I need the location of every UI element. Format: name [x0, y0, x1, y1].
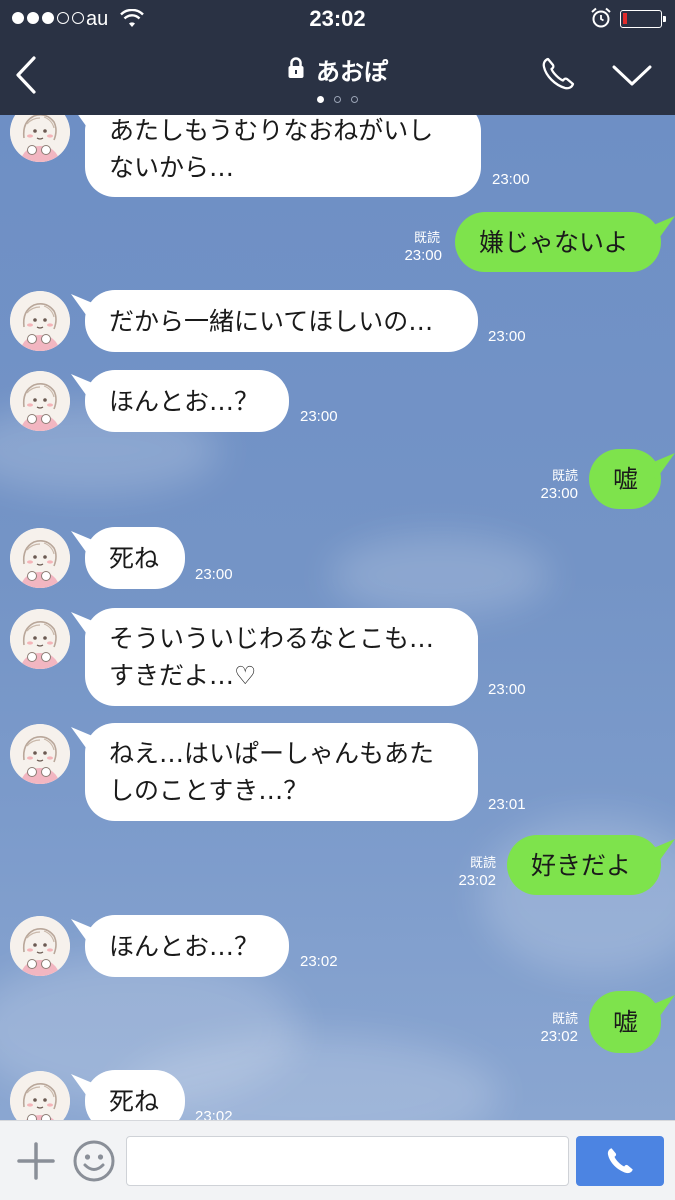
- page-title: あおぽ: [316, 58, 389, 86]
- message-bubble[interactable]: 嘘: [589, 449, 661, 509]
- message-timestamp: 23:02: [195, 1108, 233, 1120]
- voice-call-button[interactable]: [576, 1136, 664, 1186]
- message-bubble[interactable]: 嫌じゃないよ: [455, 212, 661, 272]
- message-timestamp: 23:00: [488, 681, 526, 698]
- status-bar: au 23:02: [0, 0, 675, 38]
- chevron-down-icon: [612, 65, 652, 86]
- avatar[interactable]: [10, 371, 70, 431]
- avatar[interactable]: [10, 528, 70, 588]
- avatar[interactable]: [10, 115, 70, 162]
- plus-icon: [17, 1142, 55, 1180]
- status-time: 23:02: [309, 6, 366, 31]
- message-text: あたしもうむりなおねがいし ないから…: [109, 116, 434, 182]
- message-bubble[interactable]: ほんとお…？: [85, 370, 289, 432]
- message-text: だから一緒にいてほしいの…: [109, 306, 434, 336]
- message-bubble[interactable]: 嘘: [589, 991, 661, 1053]
- avatar[interactable]: [10, 609, 70, 669]
- page-indicator: [0, 96, 675, 103]
- message-text: 好きだよ: [531, 850, 632, 880]
- message-text: 嘘: [613, 1007, 639, 1037]
- message-bubble[interactable]: 死ね: [85, 1070, 185, 1120]
- battery-level-fill: [623, 13, 627, 24]
- message-timestamp: 23:02: [458, 872, 496, 889]
- message-timestamp: 23:00: [540, 485, 578, 502]
- battery-icon: [620, 10, 666, 28]
- message-input[interactable]: [126, 1136, 569, 1186]
- chat-message-list[interactable]: あたしもうむりなおねがいし ないから… 23:00 嫌じゃないよ 既読 23:00 だか…: [0, 115, 675, 1120]
- add-attachment-button[interactable]: [16, 1141, 56, 1181]
- message-text: ねえ…はいぱーしゃんもあた しのことすき…？: [109, 739, 435, 805]
- message-text: ほんとお…？: [109, 931, 260, 961]
- message-timestamp: 23:01: [488, 796, 526, 813]
- menu-button[interactable]: [610, 60, 654, 90]
- avatar[interactable]: [10, 916, 70, 976]
- page-dot: [334, 96, 341, 103]
- message-timestamp: 23:00: [488, 328, 526, 345]
- message-bubble[interactable]: 好きだよ: [507, 835, 661, 895]
- message-text: 死ね: [109, 1086, 160, 1116]
- phone-icon: [542, 57, 575, 90]
- message-bubble[interactable]: だから一緒にいてほしいの…: [85, 290, 478, 352]
- message-text: ほんとお…？: [109, 386, 260, 416]
- read-receipt: 既読: [413, 230, 440, 245]
- message-text: 嘘: [613, 464, 639, 494]
- message-bubble[interactable]: ねえ…はいぱーしゃんもあた しのことすき…？: [85, 723, 478, 821]
- read-receipt: 既読: [469, 855, 496, 870]
- call-button[interactable]: [538, 54, 578, 94]
- message-timestamp: 23:02: [300, 953, 338, 970]
- phone-icon: [607, 1148, 633, 1174]
- smiley-icon: [73, 1140, 115, 1182]
- chat-header: あおぽ: [0, 38, 675, 115]
- message-timestamp: 23:00: [300, 408, 338, 425]
- message-timestamp: 23:00: [195, 566, 233, 583]
- page-dot: [317, 96, 324, 103]
- message-timestamp: 23:00: [492, 171, 530, 188]
- page-dot: [351, 96, 358, 103]
- read-receipt: 既読: [551, 468, 578, 483]
- read-receipt: 既読: [551, 1011, 578, 1026]
- message-composer: [0, 1120, 675, 1200]
- message-text: 死ね: [109, 543, 160, 573]
- message-bubble[interactable]: そういういじわるなとこも… すきだよ…♡: [85, 608, 478, 706]
- message-bubble[interactable]: あたしもうむりなおねがいし ないから…: [85, 115, 481, 197]
- message-timestamp: 23:00: [404, 247, 442, 264]
- message-timestamp: 23:02: [540, 1028, 578, 1045]
- avatar[interactable]: [10, 724, 70, 784]
- emoji-button[interactable]: [72, 1139, 116, 1183]
- message-bubble[interactable]: 死ね: [85, 527, 185, 589]
- lock-icon: [287, 56, 305, 83]
- alarm-icon: [590, 7, 612, 34]
- avatar[interactable]: [10, 291, 70, 351]
- message-bubble[interactable]: ほんとお…？: [85, 915, 289, 977]
- message-text: そういういじわるなとこも… すきだよ…♡: [109, 624, 435, 690]
- message-text: 嫌じゃないよ: [479, 227, 629, 257]
